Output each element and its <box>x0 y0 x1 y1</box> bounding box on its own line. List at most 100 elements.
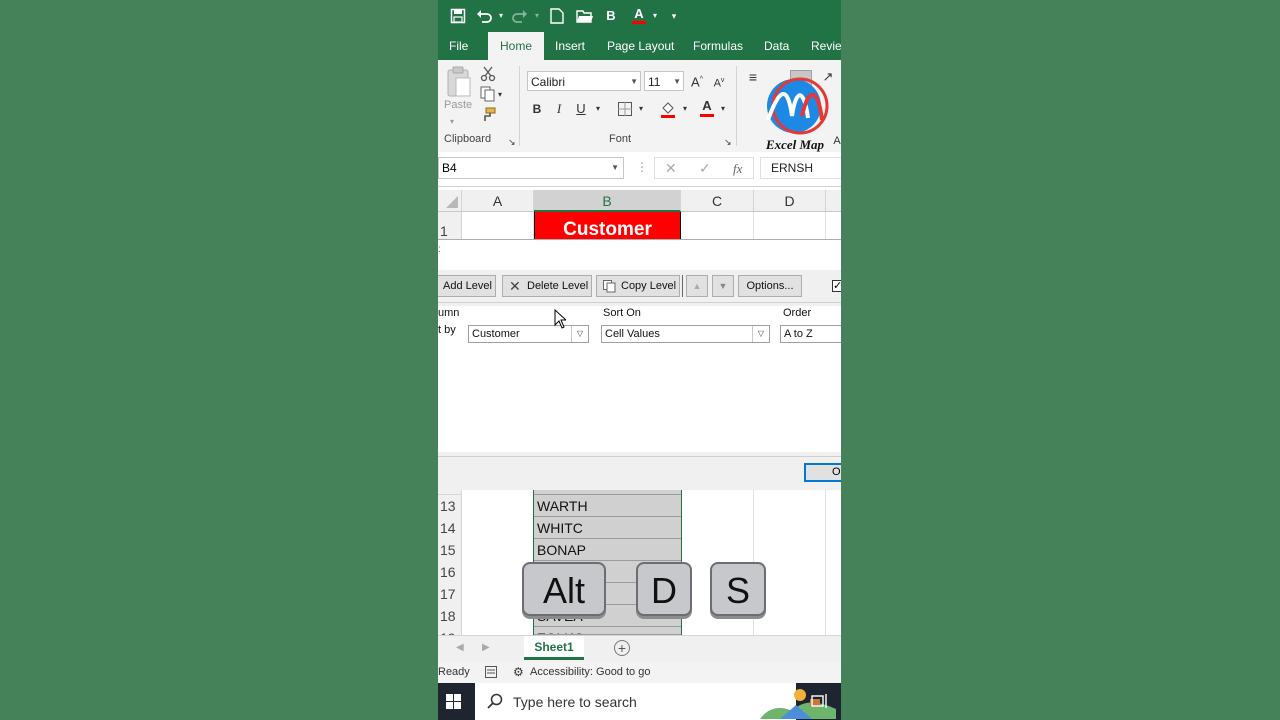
font-color-button[interactable]: A <box>700 98 714 117</box>
insert-function-icon[interactable]: fx <box>733 161 742 177</box>
tab-home[interactable]: Home <box>488 32 545 60</box>
row-header[interactable]: 15 <box>438 539 462 561</box>
sort-dialog-titlebar: : <box>438 240 841 270</box>
cell-b14[interactable]: WHITC <box>534 517 681 539</box>
increase-font-size-button[interactable]: A^ <box>690 71 704 91</box>
name-box-value: B4 <box>442 161 457 175</box>
move-up-icon: ▲ <box>692 281 702 291</box>
sheet-tab-sheet1[interactable]: Sheet1 <box>524 636 584 660</box>
windows-start-icon[interactable] <box>446 694 461 709</box>
column-header-a[interactable]: A <box>462 190 534 212</box>
sort-by-label: t by <box>438 324 456 336</box>
copy-level-button[interactable]: Copy Level <box>596 275 680 297</box>
format-painter-icon[interactable] <box>480 107 496 123</box>
accessibility-icon[interactable]: ⚙ <box>513 665 524 679</box>
bold-quick-button[interactable]: B <box>604 6 618 26</box>
sheet-tab-bar: ◀ ▶ Sheet1 + <box>438 635 841 663</box>
paste-label[interactable]: Paste <box>444 99 472 111</box>
cell-b19[interactable]: FOLKO <box>534 627 681 635</box>
bold-button[interactable]: B <box>530 100 544 118</box>
sort-column-select[interactable]: Customer ▽ <box>468 325 589 343</box>
options-label: Options... <box>746 280 794 292</box>
undo-icon[interactable] <box>476 8 492 24</box>
cell-b15[interactable]: BONAP <box>534 539 681 561</box>
gridline <box>825 490 826 635</box>
fill-color-dropdown-icon[interactable]: ▾ <box>680 100 690 118</box>
status-bar: Ready ⚙ Accessibility: Good to go <box>438 662 841 683</box>
sort-on-select[interactable]: Cell Values ▽ <box>601 325 770 343</box>
add-sheet-icon[interactable]: + <box>614 640 630 656</box>
font-name-select[interactable]: Calibri ▼ <box>527 71 641 91</box>
column-header-d[interactable]: D <box>754 190 826 212</box>
column-header-b[interactable]: B <box>534 190 681 212</box>
new-file-icon[interactable] <box>550 8 564 24</box>
row-header[interactable]: 19 <box>438 627 462 635</box>
font-size-dropdown-icon: ▼ <box>673 77 681 86</box>
borders-icon[interactable] <box>618 102 632 116</box>
fill-color-icon[interactable] <box>660 100 676 118</box>
copy-dropdown-icon[interactable]: ▾ <box>498 86 502 104</box>
scroll-left-icon[interactable]: ◀ <box>456 642 464 653</box>
row-header[interactable]: 16 <box>438 561 462 583</box>
scroll-right-icon[interactable]: ▶ <box>482 642 490 653</box>
cell-b13[interactable]: WARTH <box>534 495 681 517</box>
order-select[interactable]: A to Z <box>780 325 841 343</box>
taskbar-search-box[interactable]: Type here to search <box>475 683 836 720</box>
ok-button[interactable]: O <box>804 463 841 482</box>
column-header-e[interactable] <box>826 190 841 212</box>
move-up-button[interactable]: ▲ <box>686 275 708 297</box>
borders-dropdown-icon[interactable]: ▾ <box>636 100 646 118</box>
name-box[interactable]: B4 ▼ <box>438 157 624 179</box>
save-icon[interactable] <box>450 8 466 24</box>
ribbon-separator <box>519 66 520 146</box>
row-header[interactable]: 18 <box>438 605 462 627</box>
font-size-select[interactable]: 11 ▼ <box>644 71 684 91</box>
task-view-icon[interactable] <box>811 693 829 709</box>
row-header[interactable]: 14 <box>438 517 462 539</box>
grow-font-label: A <box>691 74 700 90</box>
tab-data[interactable]: Data <box>764 32 789 60</box>
column-header-c[interactable]: C <box>681 190 754 212</box>
tab-insert[interactable]: Insert <box>555 32 585 60</box>
confirm-edit-icon[interactable]: ✓ <box>699 160 711 177</box>
my-data-has-headers-checkbox[interactable]: ✓ <box>832 280 841 292</box>
tab-formulas[interactable]: Formulas <box>693 32 743 60</box>
delete-level-button[interactable]: ✕ Delete Level <box>502 275 592 297</box>
paste-icon[interactable] <box>446 66 472 98</box>
clipboard-launcher-icon[interactable]: ↘ <box>508 133 516 151</box>
delete-level-label: Delete Level <box>527 280 589 292</box>
copy-icon[interactable] <box>480 86 496 102</box>
cancel-edit-icon[interactable]: ✕ <box>665 160 677 177</box>
font-color-dropdown-icon[interactable]: ▾ <box>718 100 728 118</box>
options-button[interactable]: Options... <box>738 275 802 297</box>
underline-button[interactable]: U <box>574 100 588 118</box>
row-header[interactable]: 17 <box>438 583 462 605</box>
select-all-corner[interactable] <box>438 190 462 212</box>
decrease-font-size-button[interactable]: Av <box>712 72 726 93</box>
tab-file[interactable]: File <box>449 32 468 60</box>
sort-column-value: Customer <box>472 328 520 340</box>
undo-dropdown-icon[interactable]: ▾ <box>496 6 506 26</box>
cut-icon[interactable] <box>480 66 496 82</box>
status-accessibility[interactable]: Accessibility: Good to go <box>530 666 650 678</box>
move-down-button[interactable]: ▼ <box>712 275 734 297</box>
tab-page-layout[interactable]: Page Layout <box>607 32 674 60</box>
row-header[interactable]: 1 <box>438 212 462 239</box>
customize-quick-access-icon[interactable]: ▾ <box>668 6 680 26</box>
underline-dropdown-icon[interactable]: ▾ <box>593 100 603 118</box>
tab-review[interactable]: Review <box>811 32 841 60</box>
header-cell-customer[interactable]: Customer <box>534 212 681 239</box>
formula-input[interactable]: ERNSH <box>760 157 841 179</box>
font-color-dropdown-icon[interactable]: ▾ <box>650 6 660 26</box>
open-folder-icon[interactable] <box>576 9 594 23</box>
row-header[interactable]: 13 <box>438 495 462 517</box>
macro-record-icon[interactable] <box>485 666 497 678</box>
ribbon: Paste ▾ ▾ Clipboard ↘ Calibri ▼ 11 ▼ A^ Av… <box>438 60 841 153</box>
move-down-icon: ▼ <box>718 281 728 291</box>
font-color-quick-button[interactable]: A <box>632 6 646 24</box>
italic-button[interactable]: I <box>552 100 566 118</box>
clipboard-group-label: Clipboard <box>444 133 492 145</box>
font-launcher-icon[interactable]: ↘ <box>724 133 732 151</box>
paste-dropdown-icon[interactable]: ▾ <box>450 113 454 131</box>
add-level-button[interactable]: Add Level <box>438 275 496 297</box>
